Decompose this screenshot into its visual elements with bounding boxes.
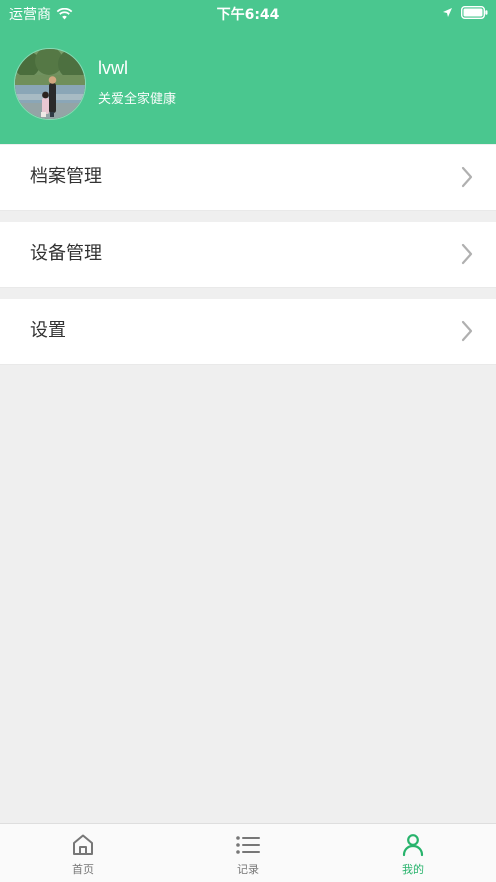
- user-profile[interactable]: lvwl 关爱全家健康: [14, 48, 474, 120]
- chevron-right-icon: [460, 319, 474, 343]
- location-arrow-icon: [442, 7, 453, 18]
- avatar[interactable]: [14, 48, 86, 120]
- bottom-tab-bar: 首页 记录 我的: [0, 823, 496, 882]
- tab-mine-label: 我的: [402, 863, 424, 876]
- tab-home[interactable]: 首页: [43, 832, 123, 882]
- list-icon: [208, 832, 288, 858]
- tab-records-label: 记录: [237, 863, 259, 876]
- menu-item-label: 档案管理: [30, 166, 102, 187]
- tab-records[interactable]: 记录: [208, 832, 288, 882]
- menu-item-label: 设备管理: [30, 243, 102, 264]
- user-slogan: 关爱全家健康: [98, 92, 177, 107]
- chevron-right-icon: [460, 165, 474, 189]
- status-bar: 运营商 下午6:44: [0, 0, 496, 26]
- menu-item-device-management[interactable]: 设备管理: [0, 222, 496, 288]
- chevron-right-icon: [460, 242, 474, 266]
- battery-icon: [461, 6, 488, 19]
- tab-mine[interactable]: 我的: [373, 832, 453, 882]
- user-icon: [373, 832, 453, 858]
- home-icon: [43, 832, 123, 858]
- username: lvwl: [98, 58, 128, 78]
- menu-item-label: 设置: [30, 320, 66, 341]
- tab-home-label: 首页: [72, 863, 94, 876]
- status-time: 下午6:44: [216, 7, 280, 23]
- status-indicators: [442, 6, 488, 19]
- menu-item-archive-management[interactable]: 档案管理: [0, 145, 496, 211]
- menu-item-settings[interactable]: 设置: [0, 299, 496, 365]
- profile-header: 运营商 下午6:44 lvwl 关爱全家健康: [0, 0, 496, 144]
